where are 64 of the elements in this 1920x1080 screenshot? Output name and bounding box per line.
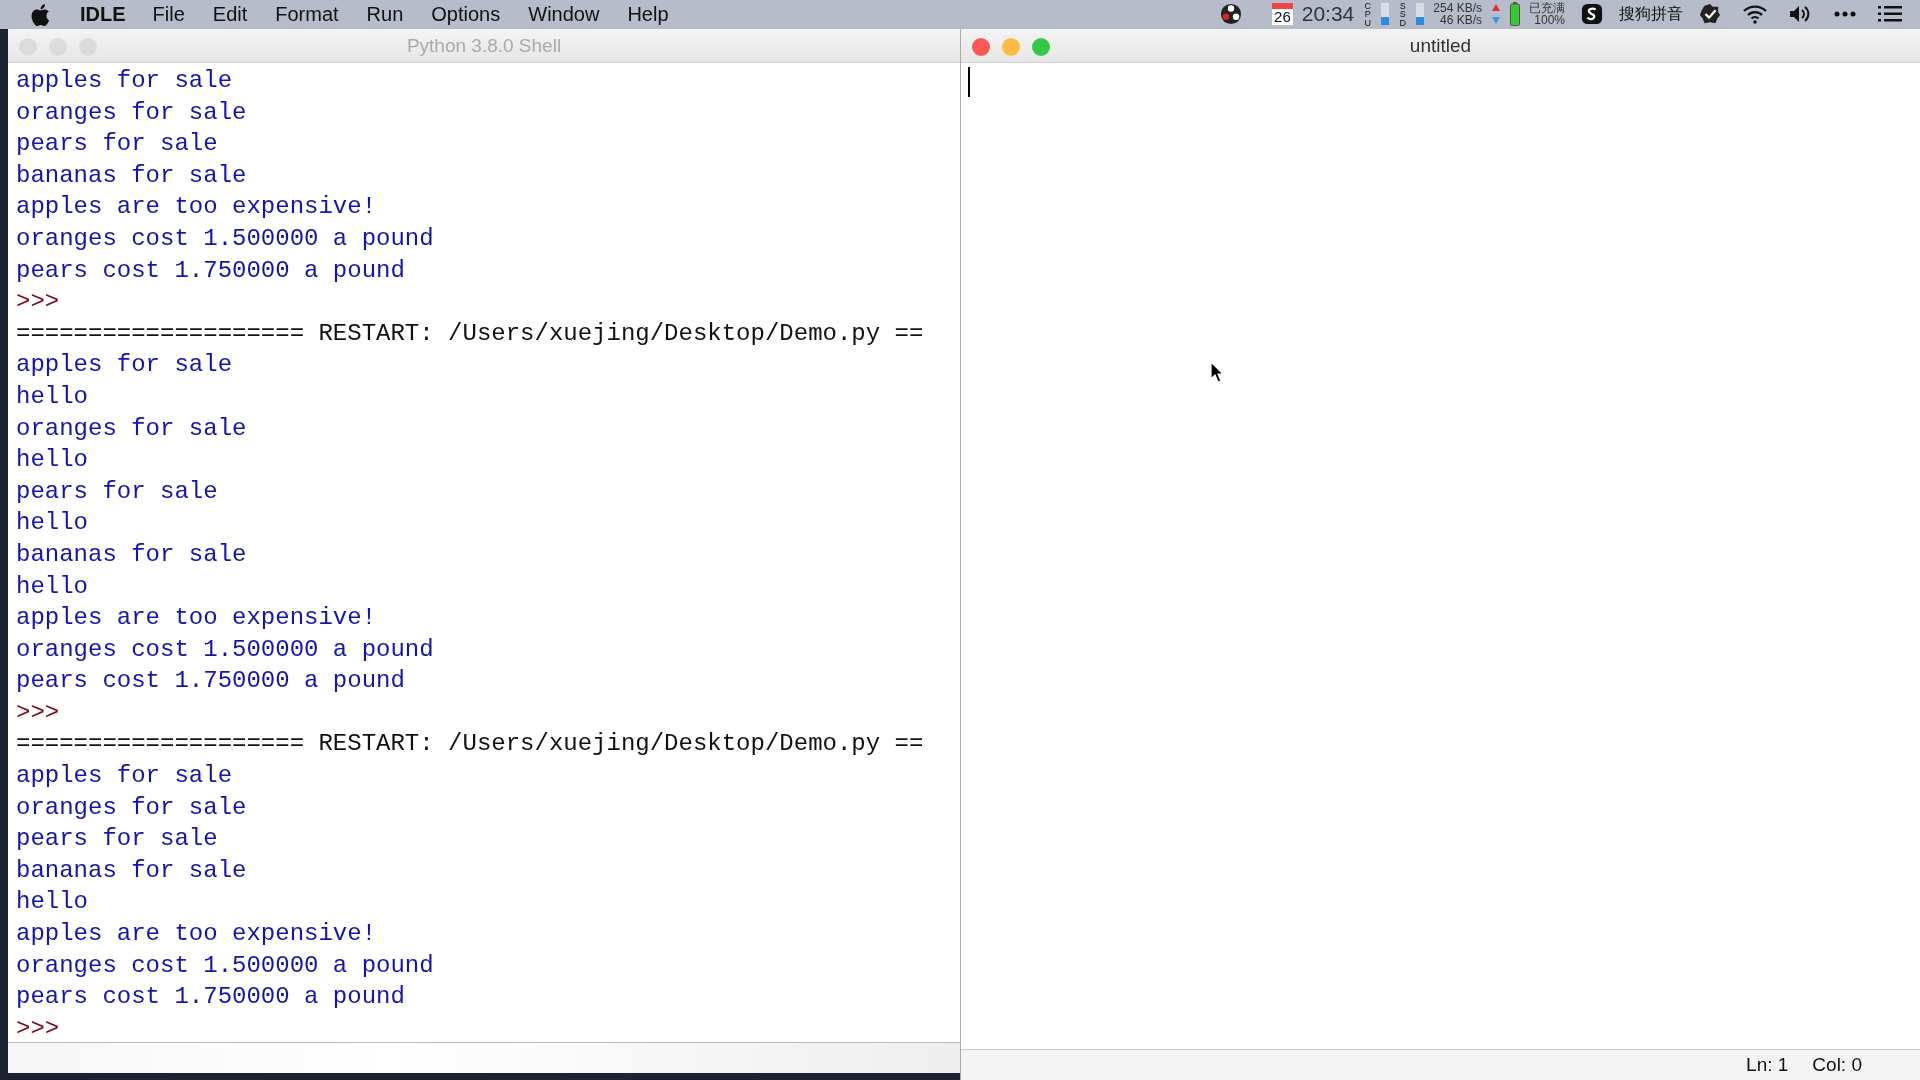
output-line: pears cost 1.750000 a pound xyxy=(16,255,405,286)
output-line: pears for sale xyxy=(16,824,218,855)
output-line: bananas for sale xyxy=(16,160,247,191)
menu-item[interactable]: Window xyxy=(528,3,600,26)
menu-item[interactable]: Edit xyxy=(212,3,248,26)
output-line: pears for sale xyxy=(16,476,218,507)
prompt-text: >>> xyxy=(16,697,60,728)
ssd-meter-icon xyxy=(1416,3,1425,26)
output-line: bananas for sale xyxy=(16,855,247,886)
output-line: apples for sale xyxy=(16,66,233,96)
apple-logo-icon[interactable] xyxy=(30,2,50,27)
close-button[interactable] xyxy=(972,38,990,56)
battery-state: 已充满 xyxy=(1529,2,1565,15)
app-menu[interactable]: IDLE xyxy=(80,3,126,26)
battery-icon xyxy=(1510,2,1520,27)
restart-message: ==================== RESTART: /Users/xuejing/Desktop/Demo.py == xyxy=(16,318,924,349)
output-line: oranges for sale xyxy=(16,413,247,444)
text-cursor xyxy=(968,67,970,97)
menu-item[interactable]: Run xyxy=(366,3,404,26)
output-line: oranges for sale xyxy=(16,97,247,128)
cpu-label: CPU xyxy=(1363,1,1373,28)
output-line: hello xyxy=(16,571,88,602)
output-line: oranges cost 1.500000 a pound xyxy=(16,223,434,254)
menu-item[interactable]: Format xyxy=(275,3,339,26)
menu-item[interactable]: Options xyxy=(431,3,501,26)
input-method-icon[interactable] xyxy=(1580,3,1604,26)
output-line: hello xyxy=(16,445,88,476)
restart-message: ==================== RESTART: /Users/xuejing/Desktop/Demo.py == xyxy=(16,729,924,760)
up-down-arrows-icon xyxy=(1491,3,1501,26)
upload-rate: 254 KB/s xyxy=(1433,2,1482,15)
prompt-text: >>> xyxy=(16,287,60,318)
output-line: pears cost 1.750000 a pound xyxy=(16,666,405,697)
mouse-pointer-icon xyxy=(1210,361,1224,383)
battery-percent: 100% xyxy=(1534,14,1565,27)
output-line: apples are too expensive! xyxy=(16,603,377,634)
menu-item[interactable]: Help xyxy=(627,3,669,26)
output-line: apples for sale xyxy=(16,350,233,381)
output-line: pears cost 1.750000 a pound xyxy=(16,982,405,1013)
input-method-label[interactable]: 搜狗拼音 xyxy=(1619,4,1683,25)
output-line: apples are too expensive! xyxy=(16,919,377,950)
output-line: apples are too expensive! xyxy=(16,192,377,223)
output-line: apples for sale xyxy=(16,761,233,792)
column-status: Col: 0 xyxy=(1812,1054,1862,1076)
clock-text: 20:34 xyxy=(1301,2,1355,27)
line-number-status: Ln: 1 xyxy=(1746,1054,1789,1076)
ssd-label: SSD xyxy=(1398,1,1408,28)
wifi-icon[interactable] xyxy=(1743,3,1767,26)
cpu-meter-icon xyxy=(1381,3,1390,26)
record-app-icon[interactable] xyxy=(1219,3,1244,26)
output-line: hello xyxy=(16,508,88,539)
download-rate: 46 KB/s xyxy=(1439,14,1482,27)
window-title: untitled xyxy=(1409,34,1472,57)
calendar-icon[interactable]: 26 xyxy=(1272,3,1293,26)
output-line: oranges cost 1.500000 a pound xyxy=(16,634,434,665)
checkmark-badge-icon[interactable] xyxy=(1698,3,1722,26)
prompt-text: >>> xyxy=(16,1013,60,1042)
output-line: oranges for sale xyxy=(16,792,247,823)
output-line: hello xyxy=(16,381,88,412)
menu-item[interactable]: File xyxy=(152,3,185,26)
output-line: oranges cost 1.500000 a pound xyxy=(16,950,434,981)
output-line: hello xyxy=(16,887,88,918)
output-line: bananas for sale xyxy=(16,539,247,570)
window-title: Python 3.8.0 Shell xyxy=(406,34,562,57)
output-line: pears for sale xyxy=(16,129,218,160)
